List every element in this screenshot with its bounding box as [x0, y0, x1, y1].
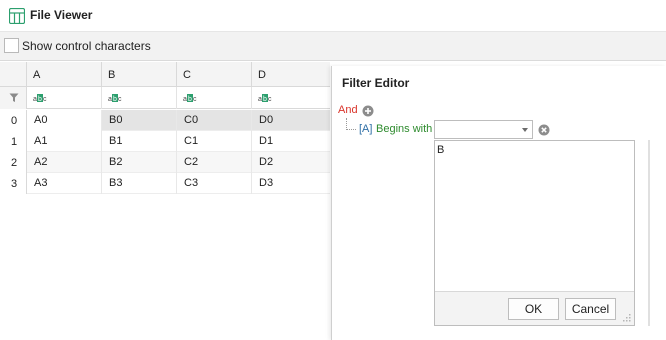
column-header-b[interactable]: B: [102, 62, 177, 87]
svg-text:c: c: [193, 96, 197, 102]
svg-text:c: c: [268, 96, 272, 102]
cancel-button[interactable]: Cancel: [565, 298, 616, 320]
row-number: 3: [0, 173, 27, 194]
text-type-icon: abc: [33, 94, 47, 102]
condition-operator[interactable]: Begins with: [376, 123, 432, 135]
text-type-icon: abc: [183, 94, 197, 102]
title-bar: File Viewer: [0, 0, 666, 32]
table-cell[interactable]: A3: [27, 173, 102, 194]
table-cell[interactable]: B2: [102, 152, 177, 173]
filter-cell-a[interactable]: abc: [27, 87, 102, 109]
popup-footer: OK Cancel: [435, 291, 634, 325]
add-condition-icon[interactable]: [362, 105, 374, 117]
ok-button[interactable]: OK: [508, 298, 559, 320]
filter-row-indicator: [0, 87, 27, 109]
column-header-d[interactable]: D: [252, 62, 330, 87]
table-cell[interactable]: B3: [102, 173, 177, 194]
svg-text:b: b: [113, 96, 117, 102]
table-row[interactable]: 1 A1 B1 C1 D1: [0, 131, 330, 152]
condition-value-combo[interactable]: [434, 120, 533, 139]
group-operator-and[interactable]: And: [338, 104, 358, 116]
value-editor-popup: B OK Cancel: [434, 140, 635, 326]
row-number: 0: [0, 110, 27, 131]
filter-cell-b[interactable]: abc: [102, 87, 177, 109]
show-control-characters-checkbox[interactable]: [4, 38, 19, 53]
table-cell[interactable]: A2: [27, 152, 102, 173]
column-header-c[interactable]: C: [177, 62, 252, 87]
row-number: 2: [0, 152, 27, 173]
data-grid: A B C D abc abc abc abc 0 A0 B0 C0 D0 1 …: [0, 62, 330, 340]
auto-filter-row: abc abc abc abc: [0, 87, 330, 109]
row-indicator-header: [0, 62, 27, 87]
table-cell[interactable]: C0: [177, 110, 252, 131]
table-cell[interactable]: A0: [27, 110, 102, 131]
panel-scrollbar[interactable]: [648, 140, 650, 326]
show-control-characters-label[interactable]: Show control characters: [22, 39, 151, 53]
svg-text:a: a: [258, 96, 262, 102]
table-cell[interactable]: C2: [177, 152, 252, 173]
column-header-a[interactable]: A: [27, 62, 102, 87]
text-type-icon: abc: [108, 94, 122, 102]
resize-grip-icon[interactable]: [623, 314, 631, 322]
svg-text:a: a: [108, 96, 112, 102]
tree-connector: [346, 118, 356, 130]
table-cell[interactable]: D2: [252, 152, 330, 173]
svg-text:a: a: [183, 96, 187, 102]
filter-cell-d[interactable]: abc: [252, 87, 330, 109]
table-row[interactable]: 0 A0 B0 C0 D0: [0, 110, 330, 131]
text-type-icon: abc: [258, 94, 272, 102]
value-editor-text[interactable]: B: [437, 144, 444, 156]
table-grid-icon: [9, 8, 25, 24]
condition-field[interactable]: [A]: [359, 123, 372, 135]
filter-cell-c[interactable]: abc: [177, 87, 252, 109]
table-cell[interactable]: D3: [252, 173, 330, 194]
filter-icon: [9, 93, 19, 102]
options-bar: Show control characters: [0, 32, 666, 61]
remove-condition-icon[interactable]: [538, 124, 550, 136]
table-cell[interactable]: D0: [252, 110, 330, 131]
window-title: File Viewer: [30, 8, 93, 22]
svg-text:c: c: [43, 96, 47, 102]
svg-text:b: b: [263, 96, 267, 102]
table-row[interactable]: 2 A2 B2 C2 D2: [0, 152, 330, 173]
svg-text:b: b: [38, 96, 42, 102]
table-cell[interactable]: D1: [252, 131, 330, 152]
table-row[interactable]: 3 A3 B3 C3 D3: [0, 173, 330, 194]
svg-text:a: a: [33, 96, 37, 102]
row-number: 1: [0, 131, 27, 152]
filter-editor-title: Filter Editor: [342, 76, 410, 90]
table-cell[interactable]: B0: [102, 110, 177, 131]
chevron-down-icon[interactable]: [522, 128, 528, 132]
filter-editor-panel: Filter Editor And [A] Begins with B OK C…: [331, 66, 666, 340]
table-cell[interactable]: C1: [177, 131, 252, 152]
table-cell[interactable]: B1: [102, 131, 177, 152]
svg-text:c: c: [118, 96, 122, 102]
svg-text:b: b: [188, 96, 192, 102]
table-cell[interactable]: A1: [27, 131, 102, 152]
table-cell[interactable]: C3: [177, 173, 252, 194]
grid-header-row: A B C D: [0, 62, 330, 87]
